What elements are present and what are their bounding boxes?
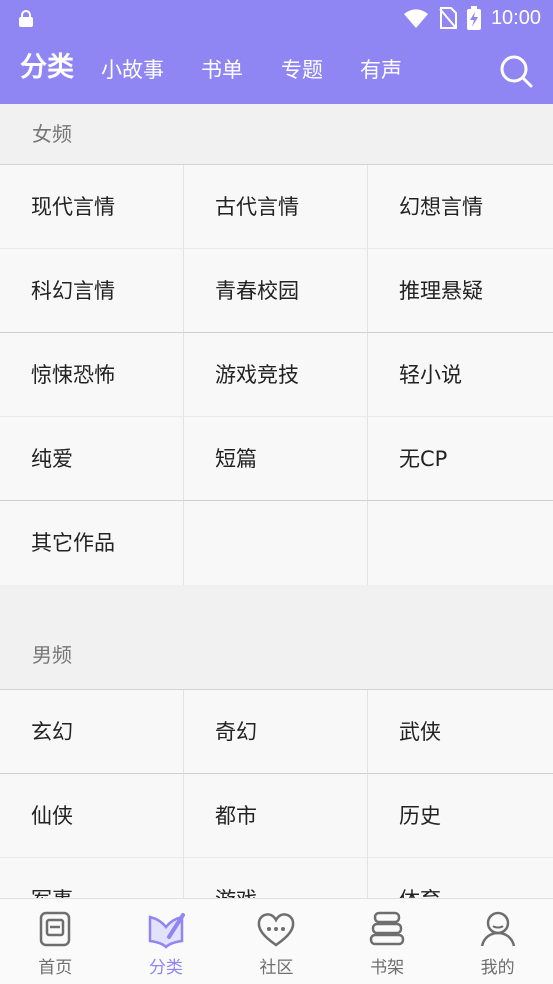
category-item[interactable]: 其它作品 bbox=[0, 501, 184, 585]
bottom-navigation: 首页 分类 社区 书架 我的 bbox=[0, 898, 553, 984]
community-heart-icon bbox=[258, 913, 295, 947]
nav-bookshelf[interactable]: 书架 bbox=[332, 899, 443, 984]
nav-category[interactable]: 分类 bbox=[111, 899, 222, 984]
tab-topics[interactable]: 专题 bbox=[281, 50, 323, 90]
male-category-grid: 玄幻 奇幻 武侠 仙侠 都市 历史 军事 游戏 体育 bbox=[0, 689, 553, 898]
tab-audio[interactable]: 有声 bbox=[360, 50, 402, 90]
tab-short-stories[interactable]: 小故事 bbox=[101, 50, 164, 90]
battery-charging-icon bbox=[466, 6, 481, 30]
category-item[interactable]: 历史 bbox=[368, 774, 553, 858]
nav-label-bookshelf: 书架 bbox=[370, 958, 405, 978]
category-item[interactable]: 轻小说 bbox=[368, 333, 553, 417]
category-item[interactable]: 推理悬疑 bbox=[368, 249, 553, 333]
lock-icon bbox=[19, 10, 33, 27]
nav-label-community: 社区 bbox=[259, 958, 294, 978]
tab-booklists[interactable]: 书单 bbox=[201, 50, 243, 90]
category-item[interactable]: 玄幻 bbox=[0, 690, 184, 774]
home-book-icon bbox=[40, 911, 71, 947]
category-item[interactable]: 游戏 bbox=[184, 858, 368, 898]
category-item[interactable]: 奇幻 bbox=[184, 690, 368, 774]
category-item[interactable]: 青春校园 bbox=[184, 249, 368, 333]
category-item[interactable]: 纯爱 bbox=[0, 417, 184, 501]
category-item[interactable]: 科幻言情 bbox=[0, 249, 184, 333]
empty-cell bbox=[368, 501, 553, 585]
section-title-female: 女频 bbox=[0, 104, 553, 164]
nav-home[interactable]: 首页 bbox=[0, 899, 111, 984]
category-list: 女频 现代言情 古代言情 幻想言情 科幻言情 青春校园 推理悬疑 惊悚恐怖 游戏… bbox=[0, 104, 553, 898]
category-item[interactable]: 仙侠 bbox=[0, 774, 184, 858]
app-header: 10:00 分类 小故事 书单 专题 有声 bbox=[0, 0, 553, 104]
no-sim-icon bbox=[439, 7, 457, 29]
category-pen-icon bbox=[148, 913, 185, 949]
female-category-grid: 现代言情 古代言情 幻想言情 科幻言情 青春校园 推理悬疑 惊悚恐怖 游戏竞技 … bbox=[0, 164, 553, 585]
section-gap bbox=[0, 585, 553, 635]
profile-icon bbox=[480, 911, 515, 947]
category-item[interactable]: 现代言情 bbox=[0, 165, 184, 249]
status-time: 10:00 bbox=[490, 6, 541, 29]
nav-label-home: 首页 bbox=[38, 958, 73, 978]
category-item[interactable]: 惊悚恐怖 bbox=[0, 333, 184, 417]
category-item[interactable]: 幻想言情 bbox=[368, 165, 553, 249]
category-item[interactable]: 军事 bbox=[0, 858, 184, 898]
bookshelf-icon bbox=[369, 911, 405, 946]
nav-label-category: 分类 bbox=[148, 958, 183, 978]
category-item[interactable]: 短篇 bbox=[184, 417, 368, 501]
category-item[interactable]: 武侠 bbox=[368, 690, 553, 774]
tab-category[interactable]: 分类 bbox=[20, 48, 74, 88]
search-icon[interactable] bbox=[499, 54, 533, 88]
category-item[interactable]: 体育 bbox=[368, 858, 553, 898]
wifi-icon bbox=[403, 9, 428, 28]
section-title-male: 男频 bbox=[0, 635, 553, 689]
category-item[interactable]: 都市 bbox=[184, 774, 368, 858]
nav-community[interactable]: 社区 bbox=[221, 899, 332, 984]
empty-cell bbox=[184, 501, 368, 585]
nav-label-profile: 我的 bbox=[480, 958, 515, 978]
category-item[interactable]: 古代言情 bbox=[184, 165, 368, 249]
category-item[interactable]: 无CP bbox=[368, 417, 553, 501]
nav-profile[interactable]: 我的 bbox=[442, 899, 553, 984]
status-bar: 10:00 bbox=[0, 0, 553, 38]
top-tabs: 分类 小故事 书单 专题 有声 bbox=[0, 50, 553, 94]
category-item[interactable]: 游戏竞技 bbox=[184, 333, 368, 417]
